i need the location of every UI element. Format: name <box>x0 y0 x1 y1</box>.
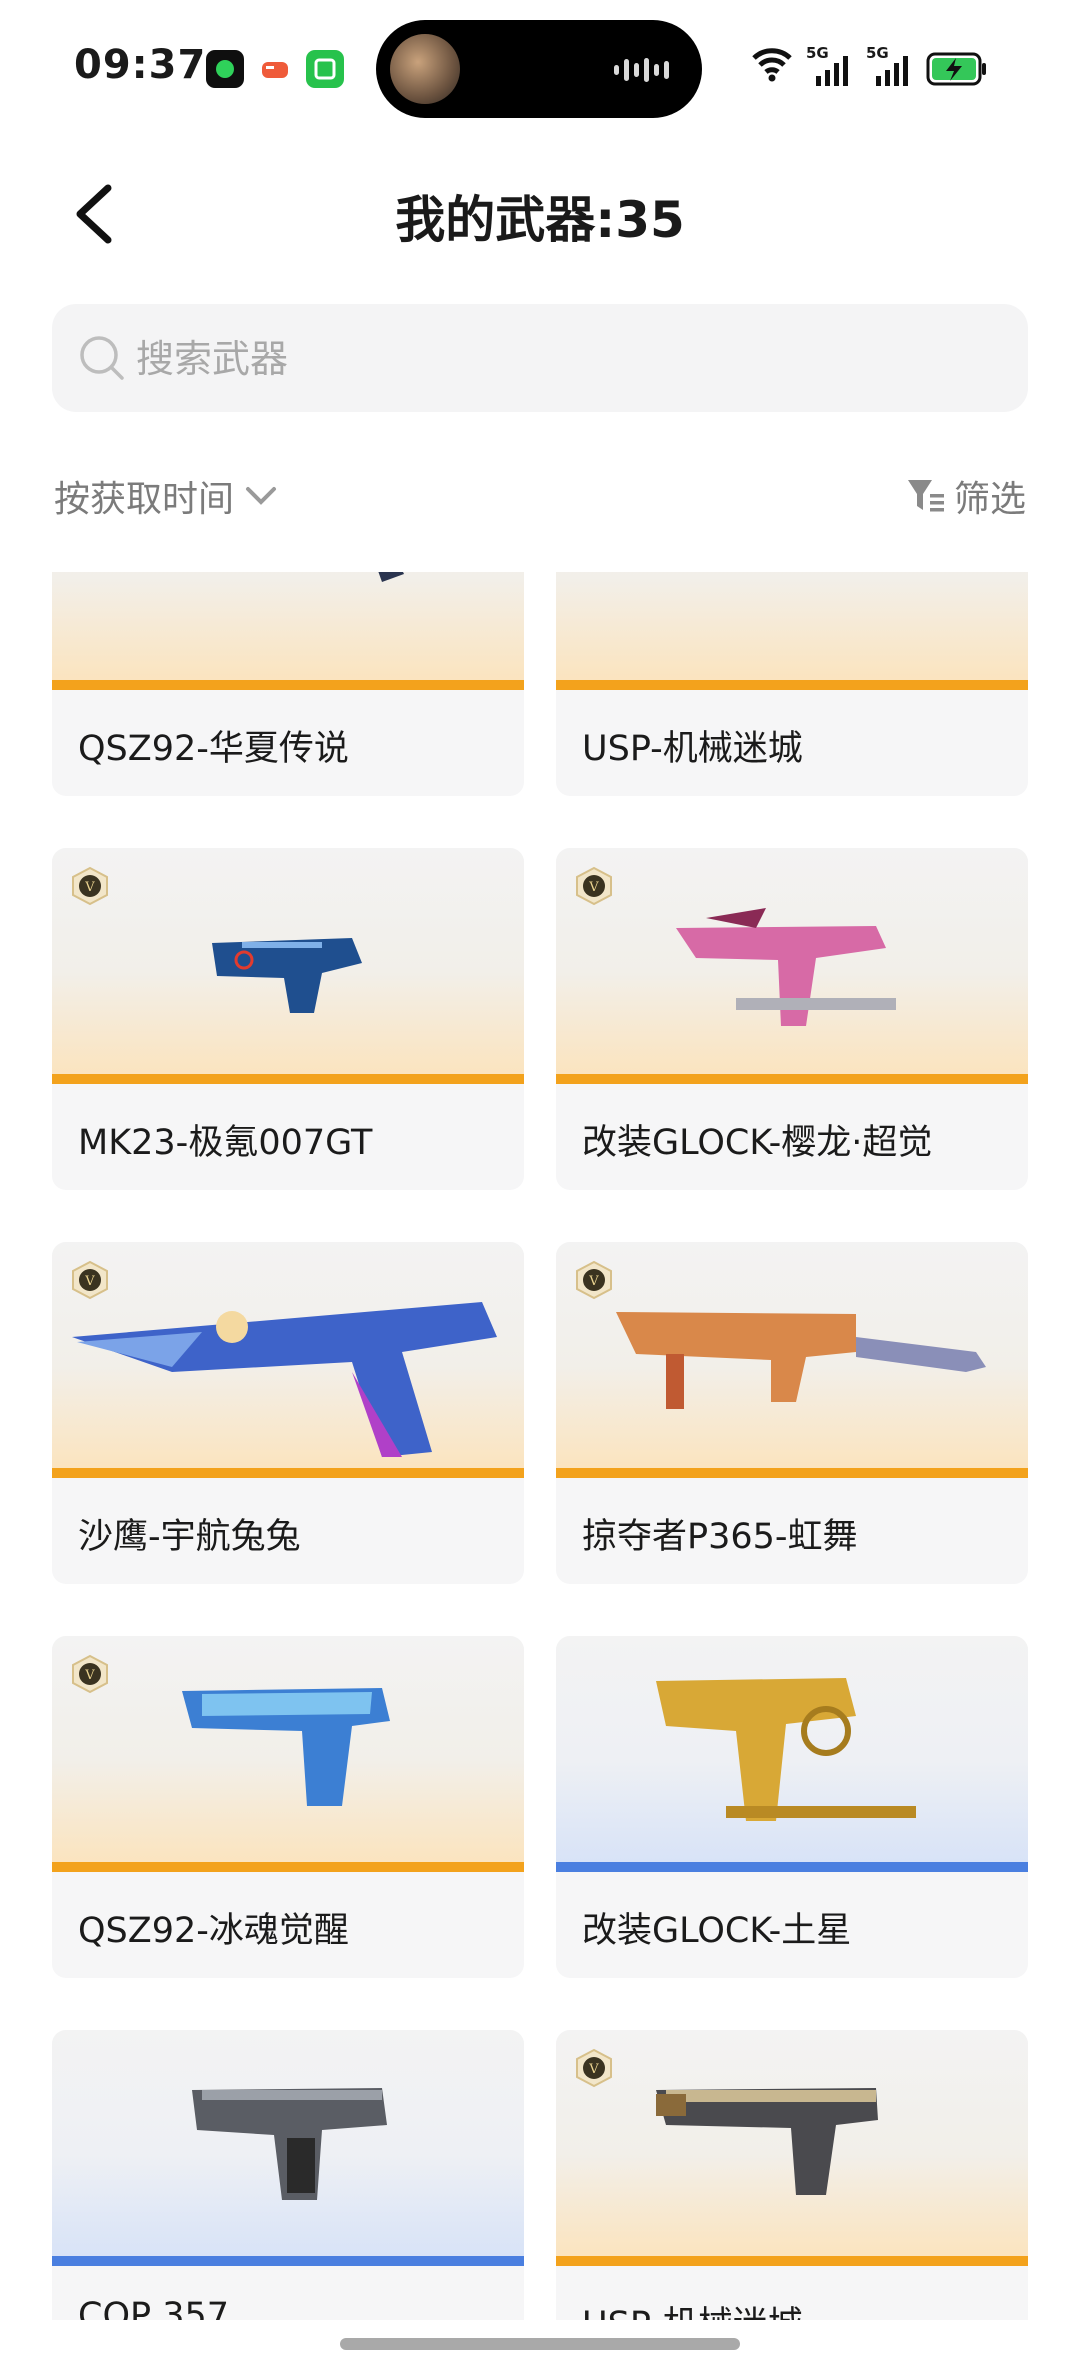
rarity-bar <box>52 680 524 690</box>
weapon-card[interactable]: V QSZ92-冰魂觉醒 <box>52 1636 524 1978</box>
weapon-list[interactable]: QSZ92-华夏传说 USP-机械迷城 V MK23-极氪007GT V 改装GLOCK-… <box>52 572 1028 2320</box>
weapon-name: MK23-极氪007GT <box>78 1123 373 1163</box>
weapon-image <box>656 2088 878 2195</box>
weapon-card[interactable]: V MK23-极氪007GT <box>52 848 524 1190</box>
vip-badge-icon: V <box>576 866 612 906</box>
weapon-image <box>378 572 404 582</box>
weapon-name: USP-机械迷城 <box>582 729 803 769</box>
vip-badge-icon: V <box>576 2048 612 2088</box>
vip-badge-icon: V <box>72 866 108 906</box>
search-input[interactable] <box>134 328 998 390</box>
svg-text:V: V <box>588 1274 599 1289</box>
dynamic-island[interactable] <box>376 20 702 118</box>
music-cover-avatar <box>390 34 460 104</box>
weapon-name: 沙鹰-宇航兔兔 <box>78 1517 301 1557</box>
filter-button[interactable]: 筛选 <box>906 470 1026 522</box>
weapon-name: USP-机械迷城 <box>582 2296 803 2320</box>
weapon-card[interactable]: V USP-机械迷城 <box>556 2030 1028 2320</box>
weapon-image <box>616 1312 986 1409</box>
weapon-name: 改装GLOCK-樱龙·超觉 <box>582 1123 933 1163</box>
weapon-card[interactable]: USP-机械迷城 <box>556 572 1028 796</box>
weapon-name: QSZ92-华夏传说 <box>78 729 349 769</box>
rarity-bar <box>556 680 1028 690</box>
weapon-name: QSZ92-冰魂觉醒 <box>78 1911 349 1951</box>
weapon-card[interactable]: 改装GLOCK-土星 <box>556 1636 1028 1978</box>
weapon-card[interactable]: V 改装GLOCK-樱龙·超觉 <box>556 848 1028 1190</box>
search-bar[interactable] <box>52 304 1028 412</box>
wifi-icon <box>752 48 792 82</box>
audio-wave-icon <box>614 58 674 82</box>
weapon-card[interactable]: V 沙鹰-宇航兔兔 <box>52 1242 524 1584</box>
svg-text:V: V <box>588 880 599 895</box>
rarity-bar <box>52 1074 524 1084</box>
cellular-signal-2-icon: 5G <box>866 44 914 86</box>
weapon-card[interactable]: QSZ92-华夏传说 <box>52 572 524 796</box>
cellular-signal-1-icon: 5G <box>806 44 854 86</box>
home-indicator[interactable] <box>340 2338 740 2350</box>
game-notification-icon <box>256 50 294 88</box>
page-title: 我的武器:35 <box>395 191 685 249</box>
rarity-bar <box>556 2256 1028 2266</box>
weapon-name: 掠夺者P365-虹舞 <box>582 1517 858 1557</box>
rarity-bar <box>556 1074 1028 1084</box>
rarity-bar <box>556 1862 1028 1872</box>
status-time: 09:37 <box>74 42 207 88</box>
weapon-name: 改装GLOCK-土星 <box>582 1911 852 1951</box>
weapon-image <box>676 908 896 1026</box>
status-bar: 09:37 5G 5G <box>0 0 1080 140</box>
app-notification-icon <box>206 50 244 88</box>
rarity-bar <box>556 1468 1028 1478</box>
vip-badge-icon: V <box>72 1260 108 1300</box>
vip-badge-icon: V <box>576 1260 612 1300</box>
rarity-bar <box>52 2256 524 2266</box>
battery-charging-icon <box>926 52 986 86</box>
svg-text:V: V <box>84 1274 95 1289</box>
sort-label: 按获取时间 <box>54 479 235 520</box>
weapon-image <box>182 1688 390 1806</box>
filter-label: 筛选 <box>953 479 1026 520</box>
weapon-name: COP 357 <box>78 2296 230 2320</box>
weapon-image <box>72 1302 497 1457</box>
chevron-down-icon <box>246 487 277 505</box>
svg-text:V: V <box>588 2062 599 2077</box>
weapon-image <box>656 1678 916 1821</box>
wechat-notification-icon <box>306 50 344 88</box>
svg-text:V: V <box>84 880 95 895</box>
weapon-card[interactable]: V 掠夺者P365-虹舞 <box>556 1242 1028 1584</box>
sort-dropdown[interactable]: 按获取时间 <box>54 470 278 522</box>
rarity-bar <box>52 1862 524 1872</box>
vip-badge-icon: V <box>72 1654 108 1694</box>
search-icon <box>80 336 124 380</box>
weapon-image <box>192 2088 387 2200</box>
weapon-card[interactable]: COP 357 <box>52 2030 524 2320</box>
weapon-image <box>556 572 1028 680</box>
svg-text:V: V <box>84 1668 95 1683</box>
weapon-image <box>212 938 362 1013</box>
filter-icon <box>907 480 944 512</box>
rarity-bar <box>52 1468 524 1478</box>
